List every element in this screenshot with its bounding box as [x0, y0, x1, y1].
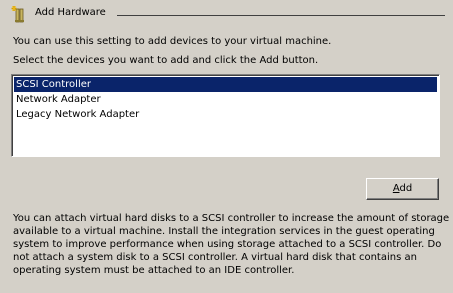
section-title: Add Hardware [35, 7, 106, 18]
scsi-description: You can attach virtual hard disks to a S… [13, 212, 450, 277]
description-line: You can attach virtual hard disks to a S… [13, 213, 450, 224]
description-line: available to a virtual machine. Install … [13, 226, 435, 237]
list-item-network-adapter[interactable]: Network Adapter [14, 92, 437, 107]
list-item-scsi-controller[interactable]: SCSI Controller [14, 77, 437, 92]
device-listbox[interactable]: SCSI Controller Network Adapter Legacy N… [11, 74, 440, 157]
section-header: Add Hardware [8, 4, 445, 26]
description-line: operating system must be attached to an … [13, 265, 295, 276]
description-line: system to improve performance when using… [13, 239, 442, 250]
list-item-label: Network Adapter [16, 94, 101, 105]
intro-text: You can use this setting to add devices … [13, 36, 332, 47]
device-select-label: Select the devices you want to add and c… [13, 55, 319, 66]
header-divider [117, 15, 445, 16]
add-button-label-rest: dd [399, 183, 413, 194]
hardware-add-icon [11, 5, 27, 23]
add-button[interactable]: Add [366, 178, 439, 200]
description-line: not attach a system disk to a SCSI contr… [13, 252, 417, 263]
list-item-label: Legacy Network Adapter [16, 109, 140, 120]
list-item-legacy-network-adapter[interactable]: Legacy Network Adapter [14, 107, 437, 122]
add-hardware-page: Add Hardware You can use this setting to… [0, 0, 453, 293]
list-item-label: SCSI Controller [16, 79, 91, 90]
